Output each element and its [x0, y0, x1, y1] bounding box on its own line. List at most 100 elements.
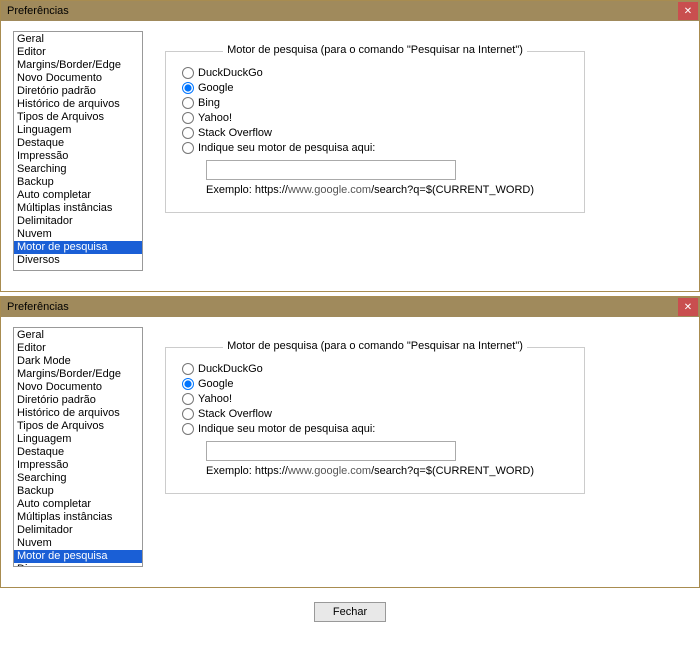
search-engine-radio[interactable]: [182, 82, 194, 94]
radio-label: Indique seu motor de pesquisa aqui:: [198, 423, 375, 435]
example-text: Exemplo: https://www.google.com/search?q…: [206, 465, 568, 477]
radio-label: Stack Overflow: [198, 127, 272, 139]
example-rest: /search?q=$(CURRENT_WORD): [371, 465, 534, 477]
example-text: Exemplo: https://www.google.com/search?q…: [206, 184, 568, 196]
sidebar-item[interactable]: Destaque: [14, 137, 142, 150]
sidebar-item[interactable]: Auto completar: [14, 189, 142, 202]
sidebar-item[interactable]: Motor de pesquisa: [14, 550, 142, 563]
search-engine-radio[interactable]: [182, 67, 194, 79]
title-bar: Preferências ✕: [1, 1, 699, 21]
sidebar-item[interactable]: Destaque: [14, 446, 142, 459]
radio-row: DuckDuckGo: [182, 363, 568, 375]
sidebar-item[interactable]: Geral: [14, 33, 142, 46]
sidebar-item[interactable]: Editor: [14, 46, 142, 59]
example-prefix: Exemplo: https://: [206, 184, 288, 196]
close-icon[interactable]: ✕: [678, 2, 698, 20]
custom-search-input[interactable]: [206, 441, 456, 461]
sidebar-item[interactable]: Dark Mode: [14, 355, 142, 368]
search-engine-fieldset: Motor de pesquisa (para o comando "Pesqu…: [165, 51, 585, 213]
sidebar-item[interactable]: Linguagem: [14, 124, 142, 137]
sidebar-item[interactable]: Diretório padrão: [14, 85, 142, 98]
custom-section: Exemplo: https://www.google.com/search?q…: [206, 441, 568, 477]
radio-label: DuckDuckGo: [198, 363, 263, 375]
radio-label: Yahoo!: [198, 112, 232, 124]
radio-row: Indique seu motor de pesquisa aqui:: [182, 423, 568, 435]
radio-label: Stack Overflow: [198, 408, 272, 420]
sidebar-item[interactable]: Diretório padrão: [14, 394, 142, 407]
sidebar-item[interactable]: Margins/Border/Edge: [14, 59, 142, 72]
fieldset-legend: Motor de pesquisa (para o comando "Pesqu…: [166, 340, 584, 352]
sidebar-item[interactable]: Histórico de arquivos: [14, 98, 142, 111]
sidebar-item[interactable]: Motor de pesquisa: [14, 241, 142, 254]
radio-label: Bing: [198, 97, 220, 109]
window-content: GeralEditorDark ModeMargins/Border/EdgeN…: [1, 317, 699, 587]
sidebar-item[interactable]: Auto completar: [14, 498, 142, 511]
sidebar-item[interactable]: Tipos de Arquivos: [14, 111, 142, 124]
radio-row: Yahoo!: [182, 112, 568, 124]
radio-label: DuckDuckGo: [198, 67, 263, 79]
search-engine-radio[interactable]: [182, 393, 194, 405]
close-icon[interactable]: ✕: [678, 298, 698, 316]
sidebar-item[interactable]: Novo Documento: [14, 381, 142, 394]
radio-row: Google: [182, 378, 568, 390]
window-title: Preferências: [7, 301, 69, 313]
close-button[interactable]: Fechar: [314, 602, 386, 622]
custom-search-input[interactable]: [206, 160, 456, 180]
search-engine-radio[interactable]: [182, 423, 194, 435]
fieldset-legend-text: Motor de pesquisa (para o comando "Pesqu…: [223, 44, 527, 56]
window-content: GeralEditorMargins/Border/EdgeNovo Docum…: [1, 21, 699, 291]
fieldset-legend: Motor de pesquisa (para o comando "Pesqu…: [166, 44, 584, 56]
search-engine-radio[interactable]: [182, 97, 194, 109]
sidebar-item[interactable]: Searching: [14, 472, 142, 485]
example-host: www.google.com: [288, 465, 371, 477]
sidebar-item[interactable]: Impressão: [14, 459, 142, 472]
radio-row: Google: [182, 82, 568, 94]
search-engine-radio[interactable]: [182, 127, 194, 139]
sidebar-item[interactable]: Geral: [14, 329, 142, 342]
sidebar-item[interactable]: Diversos: [14, 254, 142, 267]
sidebar: GeralEditorDark ModeMargins/Border/EdgeN…: [13, 327, 143, 567]
sidebar-item[interactable]: Backup: [14, 485, 142, 498]
radio-row: Stack Overflow: [182, 127, 568, 139]
radio-label: Google: [198, 82, 233, 94]
sidebar-item[interactable]: Margins/Border/Edge: [14, 368, 142, 381]
search-engine-radio[interactable]: [182, 408, 194, 420]
search-engine-fieldset: Motor de pesquisa (para o comando "Pesqu…: [165, 347, 585, 494]
sidebar-item[interactable]: Novo Documento: [14, 72, 142, 85]
sidebar-item[interactable]: Editor: [14, 342, 142, 355]
example-prefix: Exemplo: https://: [206, 465, 288, 477]
sidebar-item[interactable]: Searching: [14, 163, 142, 176]
sidebar-item[interactable]: Histórico de arquivos: [14, 407, 142, 420]
sidebar-item[interactable]: Backup: [14, 176, 142, 189]
preferences-window: Preferências ✕ GeralEditorDark ModeMargins…: [0, 296, 700, 588]
search-engine-radio[interactable]: [182, 112, 194, 124]
title-bar: Preferências ✕: [1, 297, 699, 317]
preferences-window: Preferências ✕ GeralEditorMargins/Border/E…: [0, 0, 700, 292]
radio-label: Indique seu motor de pesquisa aqui:: [198, 142, 375, 154]
sidebar-item[interactable]: Delimitador: [14, 215, 142, 228]
radio-row: Stack Overflow: [182, 408, 568, 420]
sidebar-item[interactable]: Múltiplas instâncias: [14, 202, 142, 215]
search-engine-radio[interactable]: [182, 378, 194, 390]
sidebar-item[interactable]: Impressão: [14, 150, 142, 163]
example-host: www.google.com: [288, 184, 371, 196]
search-engine-radio[interactable]: [182, 142, 194, 154]
fieldset-legend-text: Motor de pesquisa (para o comando "Pesqu…: [223, 340, 527, 352]
sidebar-item[interactable]: Nuvem: [14, 228, 142, 241]
search-engine-radio[interactable]: [182, 363, 194, 375]
sidebar-item[interactable]: Tipos de Arquivos: [14, 420, 142, 433]
sidebar-item[interactable]: Múltiplas instâncias: [14, 511, 142, 524]
sidebar-item[interactable]: Delimitador: [14, 524, 142, 537]
radio-label: Yahoo!: [198, 393, 232, 405]
sidebar-item[interactable]: Nuvem: [14, 537, 142, 550]
radio-row: Indique seu motor de pesquisa aqui:: [182, 142, 568, 154]
radio-row: Bing: [182, 97, 568, 109]
main-panel: Motor de pesquisa (para o comando "Pesqu…: [155, 327, 687, 573]
radio-label: Google: [198, 378, 233, 390]
sidebar-item[interactable]: Diversos: [14, 563, 142, 567]
sidebar: GeralEditorMargins/Border/EdgeNovo Docum…: [13, 31, 143, 271]
main-panel: Motor de pesquisa (para o comando "Pesqu…: [155, 31, 687, 277]
custom-section: Exemplo: https://www.google.com/search?q…: [206, 160, 568, 196]
window-title: Preferências: [7, 5, 69, 17]
sidebar-item[interactable]: Linguagem: [14, 433, 142, 446]
